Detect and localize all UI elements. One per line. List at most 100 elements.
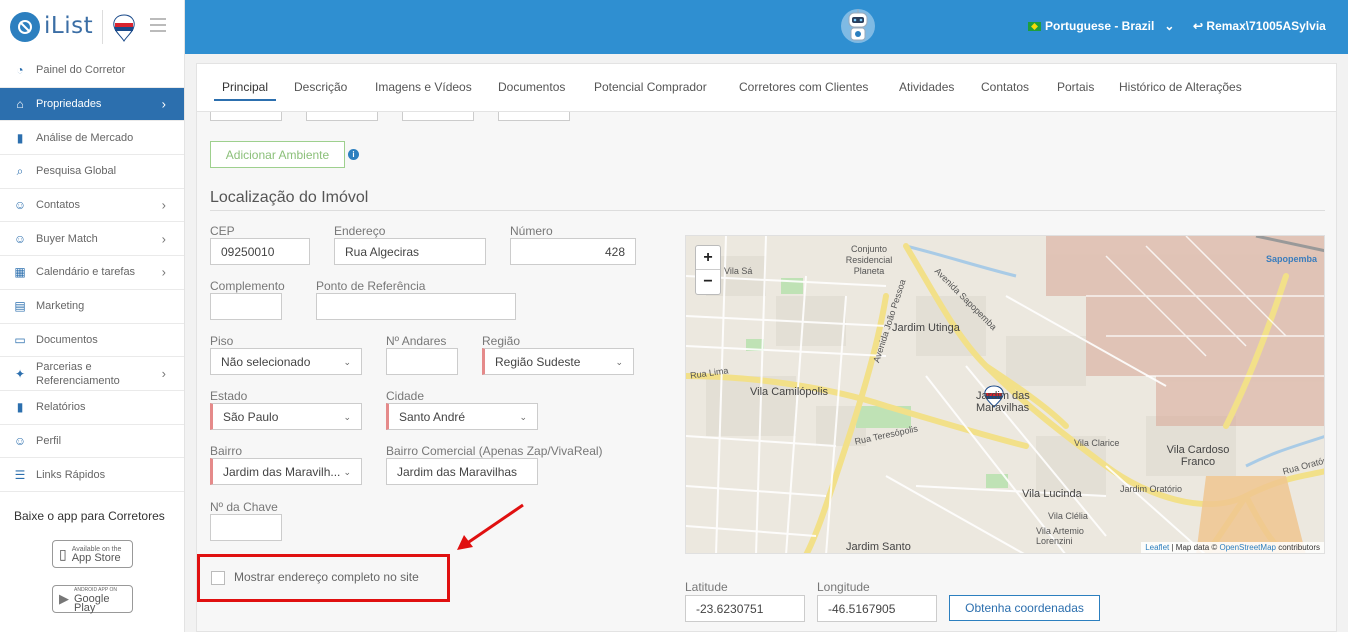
play-icon: ▶ [59,591,69,606]
sidebar-item-painel[interactable]: ◔ Painel do Corretor [0,54,184,88]
room-input-stub[interactable] [402,112,474,121]
numero-label: Número [510,224,553,238]
user-icon: ☺ [13,433,27,448]
folder-icon: ▭ [14,332,26,347]
chevron-down-icon: ⌄ [343,412,351,422]
brazil-flag-icon [1028,21,1041,31]
sidebar-item-calendario[interactable]: ▦ Calendário e tarefas › [0,256,184,290]
estado-select[interactable]: São Paulo ⌄ [210,403,362,430]
tab-principal[interactable]: Principal [213,80,277,101]
latitude-field[interactable]: -23.6230751 [685,595,805,622]
add-room-button[interactable]: Adicionar Ambiente [210,141,345,168]
map-zoom-control: + − [695,245,721,295]
sidebar-item-links[interactable]: ☰ Links Rápidos [0,458,184,492]
google-play-button[interactable]: ▶ ANDROID APP ON Google Play [52,585,133,614]
top-bar: iList Portuguese - Brazil ⌄ ↩ Remax\7100… [0,0,1348,54]
cep-label: CEP [210,224,235,238]
zoom-in-button[interactable]: + [696,246,720,270]
tab-imagens[interactable]: Imagens e Vídeos [375,80,472,94]
n-chave-label: Nº da Chave [210,500,278,514]
n-andares-field[interactable] [386,348,458,375]
ponto-referencia-label: Ponto de Referência [316,279,426,293]
bairro-label: Bairro [210,444,243,458]
regiao-label: Região [482,334,521,348]
sidebar-item-marketing[interactable]: ▤ Marketing [0,290,184,324]
chevron-right-icon: › [161,264,166,280]
sidebar-item-contatos[interactable]: ☺ Contatos › [0,189,184,223]
megaphone-icon: ▤ [14,299,26,314]
logout-arrow-icon: ↩ [1193,19,1204,33]
users-icon: ☺ [13,198,27,213]
piso-select[interactable]: Não selecionado ⌄ [210,348,362,375]
bar-chart-icon: ▮ [16,130,24,145]
sidebar-item-parcerias[interactable]: ✦ Parcerias e Referenciamento › [0,357,184,391]
sidebar-item-perfil[interactable]: ☺ Perfil [0,425,184,459]
room-input-stub[interactable] [498,112,570,121]
tab-documentos[interactable]: Documentos [498,80,565,94]
tab-potencial-comprador[interactable]: Potencial Comprador [594,80,707,94]
brand-name: iList [44,13,94,39]
gauge-icon: ◔ [16,63,24,78]
assistant-robot-icon[interactable] [840,6,876,48]
handshake-icon: ✦ [14,366,26,381]
estado-label: Estado [210,389,248,403]
chevron-down-icon: ⌄ [343,467,351,477]
openstreetmap-link[interactable]: OpenStreetMap [1219,543,1275,552]
longitude-label: Longitude [817,580,870,594]
tab-atividades[interactable]: Atividades [899,80,954,94]
room-input-stub[interactable] [210,112,282,121]
cidade-label: Cidade [386,389,425,403]
endereco-field[interactable]: Rua Algeciras [334,238,486,265]
chevron-down-icon: ⌄ [343,357,351,367]
tab-descricao[interactable]: Descrição [294,80,347,94]
remax-balloon-icon [112,14,136,42]
sidebar-item-buyer-match[interactable]: ☺ Buyer Match › [0,222,184,257]
cidade-select[interactable]: Santo André ⌄ [386,403,538,430]
bairro-select[interactable]: Jardim das Maravilh... ⌄ [210,458,362,485]
numero-field[interactable]: 428 [510,238,636,265]
bairro-comercial-label: Bairro Comercial (Apenas Zap/VivaReal) [386,444,603,458]
room-input-stub[interactable] [306,112,378,121]
map-attribution: Leaflet | Map data © OpenStreetMap contr… [1141,542,1324,553]
chevron-right-icon: › [161,231,166,247]
cep-field[interactable]: 09250010 [210,238,310,265]
tab-contatos[interactable]: Contatos [981,80,1029,94]
n-andares-label: Nº Andares [386,334,447,348]
user-account-link[interactable]: ↩ Remax\71005ASylvia [1193,19,1326,33]
sidebar-item-documentos[interactable]: ▭ Documentos [0,324,184,358]
ponto-referencia-field[interactable] [316,293,516,320]
calendar-icon: ▦ [14,265,26,280]
zoom-out-button[interactable]: − [696,270,720,294]
apple-icon: ▯ [59,545,67,562]
chevron-down-icon: ⌄ [1164,19,1175,33]
piso-label: Piso [210,334,234,348]
chevron-right-icon: › [161,96,166,112]
regiao-select[interactable]: Região Sudeste ⌄ [482,348,634,375]
info-icon[interactable]: i [348,149,359,160]
links-icon: ☰ [14,467,26,482]
sidebar-item-pesquisa[interactable]: ⌕ Pesquisa Global [0,155,184,189]
sidebar: ◔ Painel do Corretor ⌂ Propriedades › ▮ Anál… [0,54,185,632]
leaflet-link[interactable]: Leaflet [1145,543,1169,552]
sidebar-item-relatorios[interactable]: ▮ Relatórios [0,391,184,425]
red-arrow-annotation [455,502,527,555]
tab-historico[interactable]: Histórico de Alterações [1119,80,1242,94]
longitude-field[interactable]: -46.5167905 [817,595,937,622]
n-chave-field[interactable] [210,514,282,541]
tabs-bar: Principal Descrição Imagens e Vídeos Doc… [197,64,1336,112]
chevron-right-icon: › [161,365,166,381]
tab-corretores[interactable]: Corretores com Clientes [739,80,868,94]
complemento-field[interactable] [210,293,282,320]
home-icon: ⌂ [16,97,24,112]
sidebar-item-analise[interactable]: ▮ Análise de Mercado [0,121,184,156]
app-caption: Baixe o app para Corretores [14,509,165,523]
bairro-comercial-field[interactable]: Jardim das Maravilhas [386,458,538,485]
get-coordinates-button[interactable]: Obtenha coordenadas [949,595,1100,621]
location-map[interactable]: Vila Sá Conjunto Residencial Planeta Jar… [685,235,1325,554]
language-selector[interactable]: Portuguese - Brazil ⌄ [1028,19,1174,33]
endereco-label: Endereço [334,224,386,238]
sidebar-item-propriedades[interactable]: ⌂ Propriedades › [0,87,184,122]
app-store-button[interactable]: ▯ Available on the App Store [52,540,133,568]
tab-portais[interactable]: Portais [1057,80,1094,94]
menu-toggle-icon[interactable] [150,18,166,32]
